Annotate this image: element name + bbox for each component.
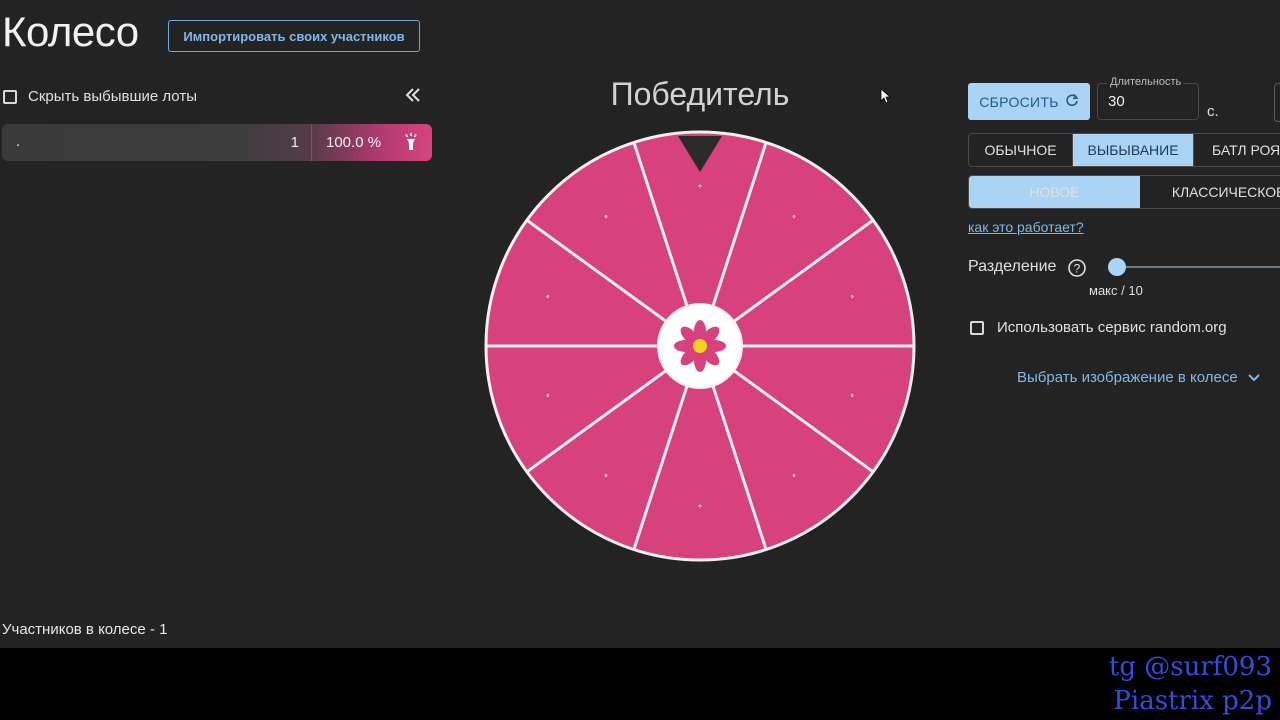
winner-title: Победитель (610, 76, 790, 112)
random-org-checkbox[interactable] (970, 320, 984, 335)
import-participants-button[interactable]: Импортировать своих участников (168, 20, 420, 52)
mode-toggle-group: ОБЫЧНОЕ ВЫБЫВАНИЕ БАТЛ РОЯЛЬ (968, 133, 1280, 167)
wheel-segment-marker (850, 295, 854, 298)
watermark-line-2: Piastrix p2p (1113, 686, 1272, 716)
flower-icon (674, 320, 726, 372)
lot-count[interactable]: 1 (262, 124, 312, 161)
split-slider-track[interactable] (1117, 266, 1280, 268)
app-window: Колесо Импортировать своих участников Ск… (0, 0, 1280, 648)
wheel-segment-marker (792, 474, 796, 477)
random-org-toggle[interactable]: Использовать сервис random.org (970, 319, 1227, 336)
wheel-segment-marker (546, 394, 550, 397)
wheel-segment-marker (546, 295, 550, 298)
duration-label: Длительность (1107, 76, 1185, 88)
split-label: Разделение (968, 258, 1057, 275)
duration-input[interactable]: 30 (1108, 93, 1125, 110)
wheel-image-select-label: Выбрать изображение в колесе (1017, 369, 1238, 386)
refresh-icon (1065, 93, 1079, 110)
extra-field-edge[interactable] (1274, 83, 1280, 122)
participants-count: Участников в колесе - 1 (2, 621, 168, 638)
reset-button[interactable]: СБРОСИТЬ (968, 83, 1090, 120)
split-slider-caption: макс / 10 (1089, 283, 1143, 298)
torch-icon[interactable] (401, 132, 421, 152)
double-chevron-left-icon[interactable] (404, 84, 422, 112)
random-org-label: Использовать сервис random.org (997, 319, 1227, 336)
lot-percent: 100.0 % (326, 134, 382, 151)
mode-elimination-tab[interactable]: ВЫБЫВАНИЕ (1073, 134, 1194, 166)
type-new-tab[interactable]: НОВОЕ (969, 176, 1140, 208)
help-icon[interactable]: ? (1067, 258, 1087, 283)
hide-dropped-label: Скрыть выбывшие лоты (28, 88, 197, 105)
lot-name[interactable]: . (16, 133, 20, 150)
lot-row[interactable]: . 1 100.0 % (2, 124, 432, 161)
wheel-segment-marker (604, 474, 608, 477)
mouse-cursor-icon (880, 88, 892, 109)
wheel-segment-marker (850, 394, 854, 397)
wheel-segment-marker (698, 504, 702, 508)
reset-label: СБРОСИТЬ (979, 93, 1059, 110)
prize-wheel[interactable] (484, 130, 916, 567)
wheel-image-select[interactable]: Выбрать изображение в колесе (1017, 369, 1260, 386)
wheel-segment-marker (792, 215, 796, 218)
svg-text:?: ? (1074, 262, 1081, 276)
watermark-line-1: tg @surf093 (1108, 652, 1272, 682)
page-title: Колесо (2, 8, 139, 55)
how-it-works-link[interactable]: как это работает? (968, 219, 1084, 235)
wheel-segment-marker (604, 215, 608, 218)
chevron-down-icon (1247, 369, 1260, 386)
hide-dropped-toggle[interactable]: Скрыть выбывшие лоты (3, 88, 197, 105)
duration-unit: с. (1207, 103, 1219, 120)
mode-battle-royale-tab[interactable]: БАТЛ РОЯЛЬ (1194, 134, 1280, 166)
type-toggle-group: НОВОЕ КЛАССИЧЕСКОЕ (968, 175, 1280, 209)
split-slider-thumb[interactable] (1108, 258, 1126, 276)
mode-normal-tab[interactable]: ОБЫЧНОЕ (969, 134, 1074, 166)
hide-dropped-checkbox[interactable] (3, 89, 17, 104)
type-classic-tab[interactable]: КЛАССИЧЕСКОЕ (1140, 176, 1280, 208)
wheel-segment-marker (698, 184, 702, 188)
